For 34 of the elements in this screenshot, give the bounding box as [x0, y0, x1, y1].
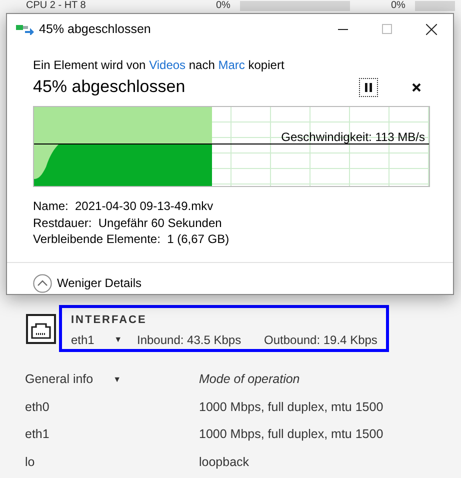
cpu-value: 0%	[216, 0, 232, 12]
outbound-rate: Outbound: 19.4 Kbps	[264, 332, 378, 348]
detail-text: Name: 2021-04-30 09-13-49.mkv	[33, 198, 214, 214]
detail-text: Restdauer: Ungefähr 60 Sekunden	[33, 214, 222, 230]
maximize-icon	[382, 24, 392, 34]
copy-message: Ein Element wird von Videos nach Marc kopiert	[33, 57, 284, 74]
close-icon	[412, 82, 420, 92]
copy-icon	[16, 23, 34, 35]
less-details-toggle[interactable]: Weniger Details	[33, 274, 142, 292]
detail-text: Verbleibende Elemente: 1 (6,67 GB)	[33, 231, 230, 246]
cpu-label: CPU 2 - HT 8	[26, 0, 87, 12]
table-cell-text: 1000 Mbps, full duplex, mtu 1500	[199, 426, 384, 444]
column-dropdown[interactable]: General info ▼	[25, 370, 199, 390]
inbound-rate: Inbound: 43.5 Kbps	[137, 332, 242, 348]
table-cell-text: eth1	[25, 426, 50, 444]
interface-dropdown[interactable]: eth1 ▼	[71, 330, 137, 348]
progress-heading: 45% abgeschlossen	[33, 76, 186, 98]
column-header: Mode of operation	[199, 371, 300, 388]
table-cell-text: eth0	[25, 398, 50, 416]
speed-label: Geschwindigkeit: 113 MB/s	[281, 129, 425, 146]
usage-bar	[415, 1, 455, 11]
interface-title: INTERFACE	[71, 313, 147, 328]
destination-link[interactable]: Marc	[218, 58, 245, 72]
chevron-up-icon	[33, 274, 52, 292]
source-link[interactable]: Videos	[149, 58, 186, 72]
table-cell-text: 1000 Mbps, full duplex, mtu 1500	[199, 398, 384, 416]
table-cell-text: lo	[25, 454, 36, 471]
network-port-icon	[26, 314, 56, 344]
cpu-value: 0%	[391, 0, 406, 12]
pause-button[interactable]	[359, 78, 378, 96]
table-cell-text: loopback	[199, 454, 250, 471]
window-title: 45% abgeschlossen	[39, 20, 151, 38]
pause-icon	[365, 82, 372, 92]
close-icon	[426, 24, 436, 34]
